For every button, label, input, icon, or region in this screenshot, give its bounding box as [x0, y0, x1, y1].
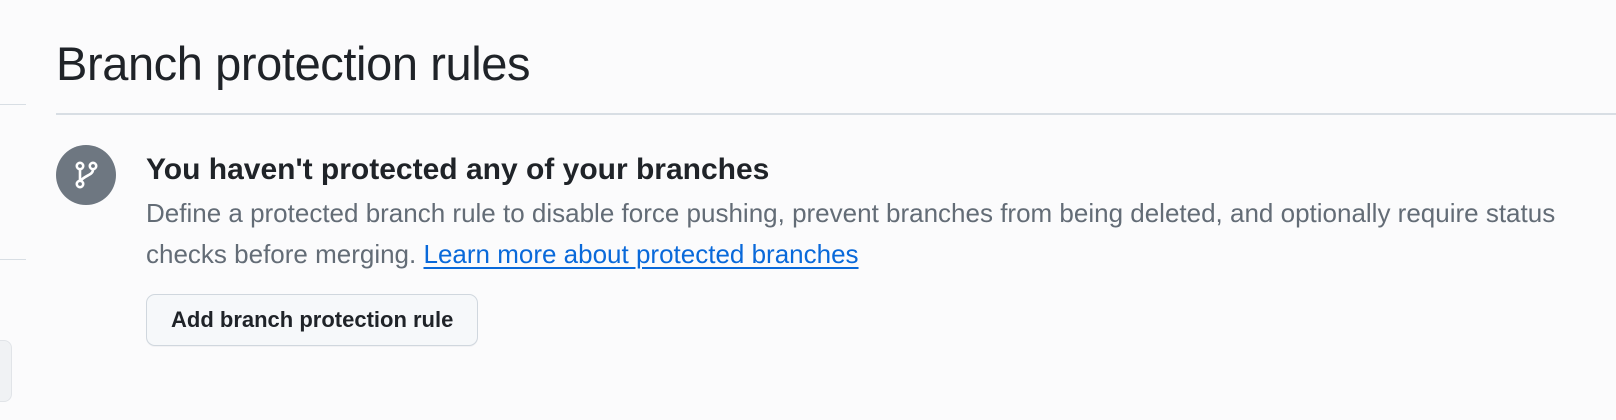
git-branch-icon [75, 161, 98, 189]
empty-state-heading: You haven't protected any of your branch… [146, 153, 770, 186]
sidebar-active-item[interactable] [0, 340, 12, 402]
header-divider [56, 113, 1616, 115]
branch-protection-page: Branch protection rules You haven't prot… [0, 0, 1616, 420]
page-title: Branch protection rules [56, 37, 531, 90]
learn-more-link[interactable]: Learn more about protected branches [423, 239, 858, 269]
sidebar-divider [0, 104, 26, 105]
add-branch-protection-rule-button[interactable]: Add branch protection rule [146, 294, 479, 346]
branch-icon-circle [56, 145, 116, 205]
sidebar-divider [0, 259, 26, 260]
empty-state-description: Define a protected branch rule to disabl… [146, 193, 1566, 275]
